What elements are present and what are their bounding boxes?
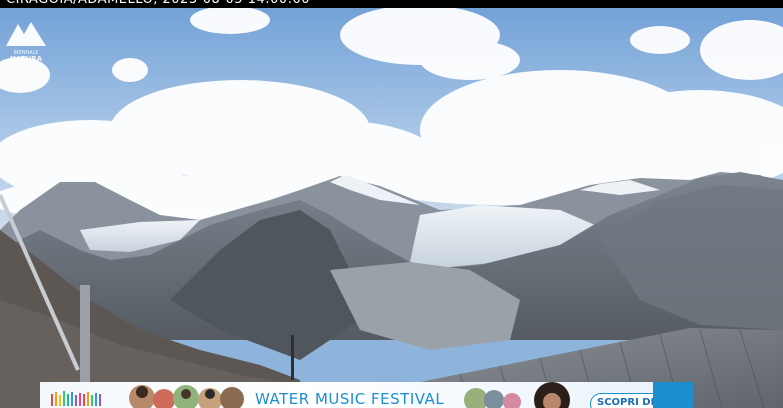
artist-photos (129, 385, 244, 408)
logo-text: BIENNALE NATURA (4, 50, 48, 63)
banner-accent (653, 382, 693, 408)
webcam-landscape (0, 0, 783, 408)
webcam-caption: CIRAGOIA/ADAMELLO, 2023-08-05 14:00:00 (6, 0, 310, 8)
banner-title: WATER MUSIC FESTIVAL (255, 390, 445, 408)
post (80, 285, 90, 385)
small-post (291, 335, 294, 380)
artist-photos-2 (464, 382, 570, 408)
festival-logo-icon (51, 391, 101, 406)
caption-bar: CIRAGOIA/ADAMELLO, 2023-08-05 14:00:00 (0, 0, 783, 8)
ad-banner[interactable]: WATER MUSIC FESTIVAL SCOPRI DI PIÙ (40, 382, 693, 408)
logo-line-2: NATURA (10, 55, 42, 63)
